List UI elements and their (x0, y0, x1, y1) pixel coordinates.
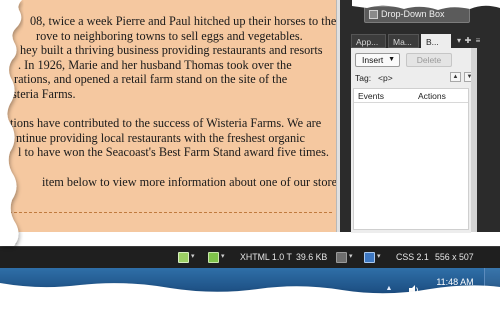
paragraph-line: hey built a thriving business providing … (20, 43, 323, 58)
paragraph-line: l to have won the Seacoast's Best Farm S… (18, 145, 329, 160)
delete-button[interactable]: Delete (406, 53, 452, 67)
speaker-icon[interactable] (408, 284, 420, 296)
paragraph-line: item below to view more information abou… (42, 174, 338, 189)
behaviors-table[interactable]: Events Actions (353, 88, 469, 230)
panel-menu-icon[interactable]: ▾ (455, 36, 463, 45)
chevron-down-icon[interactable]: ▾ (377, 252, 381, 260)
tab-ap-elements[interactable]: App... (351, 34, 386, 48)
tray-expand-icon[interactable]: ▲ (384, 285, 394, 295)
paragraph-line: 08, twice a week Pierre and Paul hitched… (30, 14, 337, 28)
window-size-icon[interactable] (364, 252, 375, 263)
view-mode-label[interactable]: ode (2, 236, 17, 246)
paragraph-line: ntinue providing local restaurants with … (16, 130, 306, 145)
document-editor[interactable]: 08, twice a week Pierre and Paul hitched… (0, 0, 340, 232)
css-version-label: CSS 2.1 (396, 252, 429, 262)
form-outline (4, 212, 332, 228)
windows-taskbar: ▲ 11:48 AM 12/2/2011 (0, 268, 500, 313)
chevron-down-icon[interactable]: ▾ (349, 252, 353, 260)
dropdown-box-label: Drop-Down Box (381, 9, 445, 19)
panel-scrollbar[interactable] (471, 48, 477, 232)
document-icon[interactable] (178, 252, 189, 263)
dropdown-box-icon (369, 10, 378, 19)
insert-button[interactable]: Insert ▼ (355, 53, 400, 67)
status-bar: ▾ ▾ XHTML 1.0 T 39.6 KB ▾ ▾ CSS 2.1 556 … (0, 246, 500, 268)
dropdown-box-button[interactable]: Drop-Down Box (364, 6, 470, 23)
render-icon[interactable] (336, 252, 347, 263)
paragraph-line: . In 1926, Marie and her husband Thomas … (18, 57, 292, 72)
column-header-events: Events (358, 91, 384, 101)
chevron-down-icon[interactable]: ▾ (221, 252, 225, 260)
window-dimensions[interactable]: 556 x 507 (435, 252, 474, 262)
column-header-actions: Actions (418, 91, 446, 101)
paragraph-line: tions have contributed to the success of… (10, 116, 322, 131)
chevron-down-icon[interactable]: ▾ (191, 252, 195, 260)
paragraph-line: rations, and opened a retail farm stand … (14, 72, 288, 87)
show-desktop-button[interactable] (484, 268, 500, 313)
doctype-label: XHTML 1.0 T (240, 252, 292, 262)
tab-manage[interactable]: Ma... (388, 34, 419, 48)
clock-date[interactable]: 12/2/2011 (432, 290, 478, 300)
file-size-label: 39.6 KB (296, 252, 328, 262)
move-up-icon[interactable]: ▲ (450, 72, 461, 82)
panel-options-icon[interactable]: ≡ (474, 36, 482, 45)
pin-icon[interactable]: ✚ (464, 36, 472, 45)
clock-time[interactable]: 11:48 AM (432, 277, 478, 287)
tag-value: <p> (378, 73, 393, 83)
chevron-down-icon: ▼ (388, 56, 395, 63)
paragraph-line: steria Farms. (12, 86, 76, 101)
page-icon[interactable] (208, 252, 219, 263)
paragraph-line: rove to neighboring towns to sell eggs a… (36, 28, 303, 43)
tag-label: Tag: (355, 73, 372, 83)
panel-tabs: App... Ma... B... ▾ ✚ ≡ (351, 34, 500, 48)
tab-behaviors[interactable]: B... (421, 34, 451, 48)
document-text[interactable]: 08, twice a week Pierre and Paul hitched… (0, 14, 338, 189)
